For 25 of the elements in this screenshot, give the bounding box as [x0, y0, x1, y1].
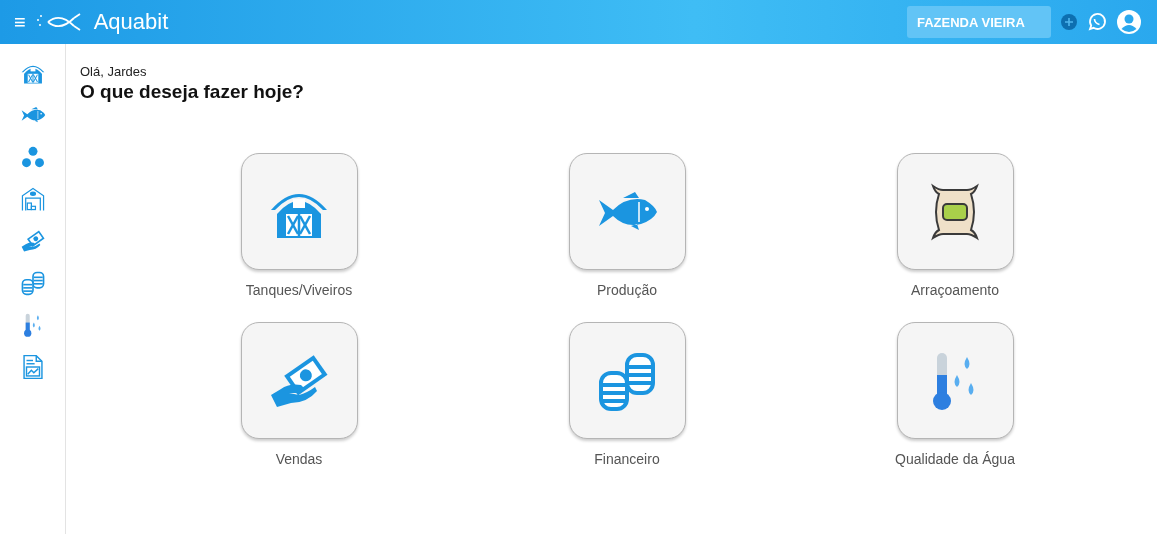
coins-icon [19, 270, 46, 296]
menu-tile[interactable] [568, 153, 686, 270]
menu-tile[interactable] [896, 153, 1014, 270]
add-icon[interactable] [1061, 14, 1077, 30]
farm-select[interactable]: FAZENDA VIEIRA [907, 6, 1051, 38]
app-name: Aquabit [93, 9, 169, 35]
user-avatar-icon[interactable] [1117, 10, 1141, 34]
tile-label: Vendas [275, 451, 323, 467]
menu-tile[interactable] [240, 322, 358, 439]
hand-money-icon [19, 228, 46, 254]
greeting: Olá, Jardes [80, 64, 147, 79]
page-heading: O que deseja fazer hoje? [80, 81, 304, 103]
tile-label: Qualidade da Água [895, 451, 1015, 467]
tile-label: Financeiro [594, 451, 660, 467]
tile-label: Arraçoamento [911, 282, 999, 298]
menu-tile[interactable] [240, 153, 358, 270]
whatsapp-icon[interactable] [1087, 12, 1107, 32]
menu-icon[interactable]: ≡ [14, 12, 26, 32]
menu-tile[interactable] [568, 322, 686, 439]
fish-logo-icon [35, 12, 82, 32]
menu-tile[interactable] [896, 322, 1014, 439]
warehouse-icon [19, 186, 46, 212]
tile-label: Produção [597, 282, 657, 298]
dots-icon [19, 144, 46, 170]
tile-label: Tanques/Viveiros [245, 282, 353, 298]
